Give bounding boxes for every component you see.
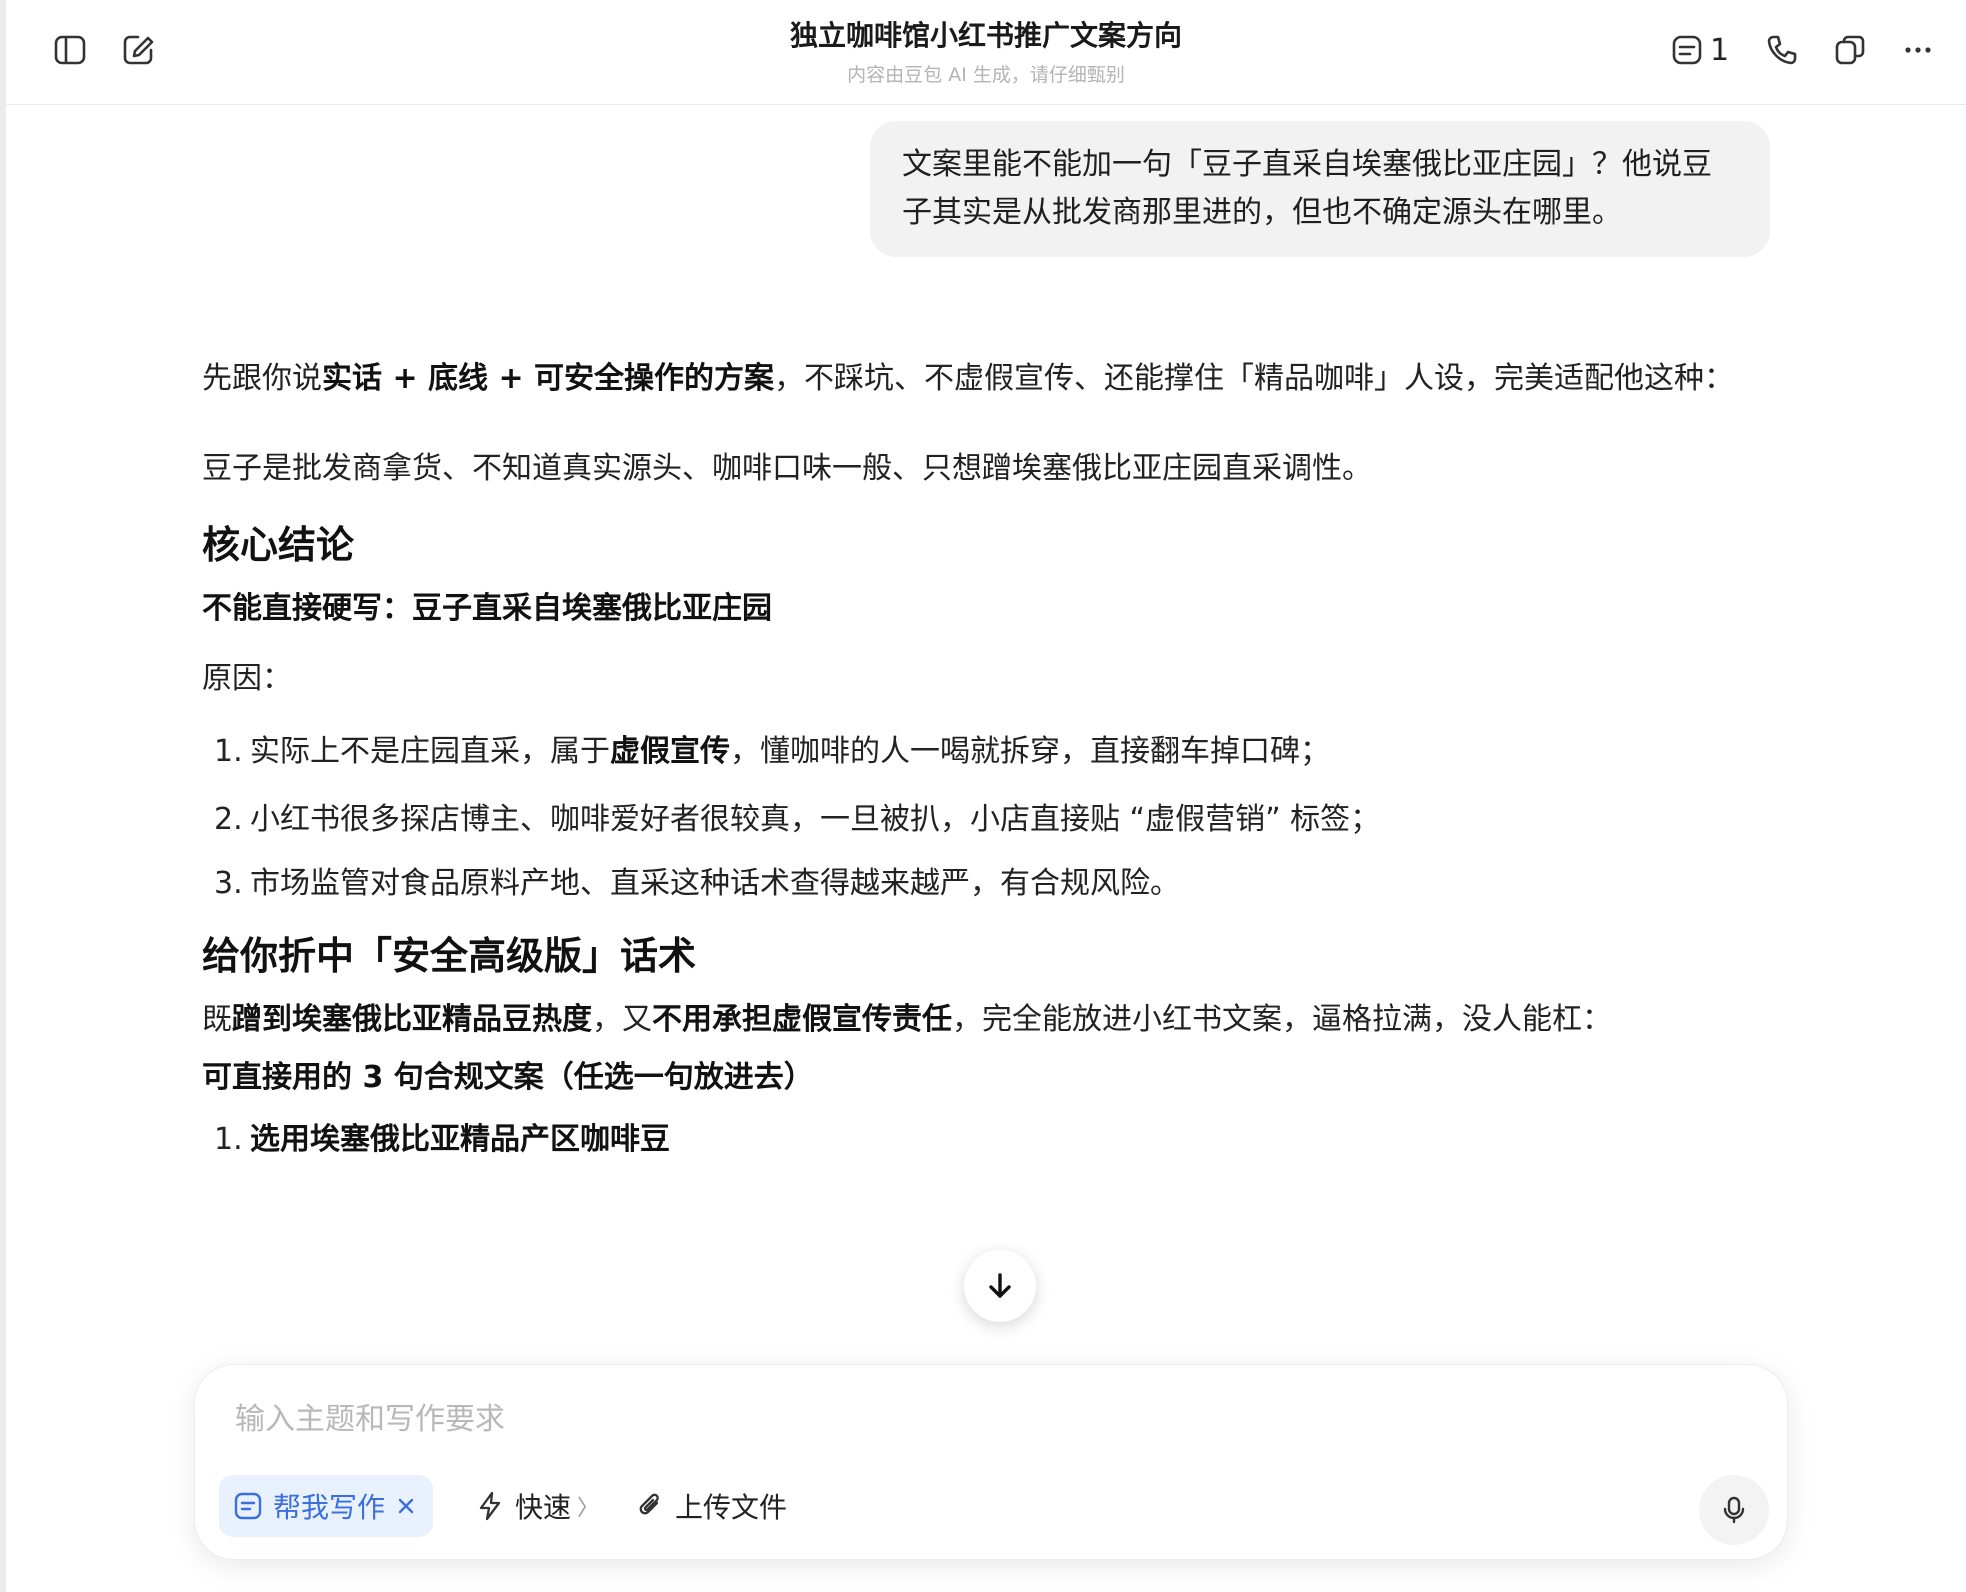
paperclip-icon [639, 1493, 659, 1515]
upload-file-button[interactable]: 上传文件 [635, 1475, 787, 1537]
write-skill-chip[interactable]: 帮我写作 [219, 1475, 434, 1537]
phone-icon [1767, 35, 1797, 65]
copy-item: 1. 选用埃塞俄比亚精品产区咖啡豆 [214, 1122, 670, 1157]
call-button[interactable] [1756, 24, 1808, 76]
chat-header: 独立咖啡馆小红书推广文案方向 内容由豆包 AI 生成，请仔细甄别 1 [6, 0, 1966, 105]
speed-mode-button[interactable]: 快速 〉 [475, 1475, 599, 1537]
answer-intro: 先跟你说实话 + 底线 + 可安全操作的方案，不踩坑、不虚假宣传、还能撑住「精品… [202, 361, 1735, 396]
reason-item: 2. 小红书很多探店博主、咖啡爱好者很较真，一旦被扒，小店直接贴 “虚假营销” … [214, 802, 1381, 837]
share-icon [1835, 35, 1865, 65]
reason-item: 3. 市场监管对食品原料产地、直采这种话术查得越来越严，有合规风险。 [214, 866, 1180, 901]
speed-mode-label: 快速 [515, 1491, 572, 1524]
reason-item: 1. 实际上不是庄园直采，属于虚假宣传，懂咖啡的人一喝就拆穿，直接翻车掉口碑； [214, 734, 1330, 769]
voice-input-button[interactable] [1699, 1475, 1769, 1545]
more-button[interactable] [1892, 24, 1944, 76]
answer-situation: 豆子是批发商拿货、不知道真实源头、咖啡口味一般、只想蹭埃塞俄比亚庄园直采调性。 [202, 451, 1372, 486]
compromise-text: 既蹭到埃塞俄比亚精品豆热度，又不用承担虚假宣传责任，完全能放进小红书文案，逼格拉… [202, 1002, 1612, 1037]
assistant-answer: 先跟你说实话 + 底线 + 可安全操作的方案，不踩坑、不虚假宣传、还能撑住「精品… [202, 355, 1762, 1164]
arrow-down-icon [989, 1273, 1011, 1298]
conclusion-text: 不能直接硬写：豆子直采自埃塞俄比亚庄园 [202, 591, 772, 626]
write-icon [234, 1492, 262, 1520]
notes-button[interactable]: 1 [1670, 24, 1770, 76]
notes-count: 1 [1710, 32, 1730, 68]
notes-icon [1672, 35, 1702, 65]
reasons-list: 1. 实际上不是庄园直采，属于虚假宣传，懂咖啡的人一喝就拆穿，直接翻车掉口碑； … [202, 728, 1762, 908]
upload-file-label: 上传文件 [675, 1491, 788, 1524]
more-icon [1905, 47, 1931, 53]
share-button[interactable] [1824, 24, 1876, 76]
scroll-to-bottom-button[interactable] [964, 1250, 1036, 1322]
write-skill-label: 帮我写作 [273, 1491, 386, 1524]
app-window: 独立咖啡馆小红书推广文案方向 内容由豆包 AI 生成，请仔细甄别 1 文案里能不… [0, 0, 1966, 1592]
chevron-right-icon: 〉 [577, 1496, 600, 1521]
copies-label: 可直接用的 3 句合规文案（任选一句放进去） [202, 1060, 814, 1095]
message-composer: 帮我写作 快速 〉 上传文件 [194, 1364, 1788, 1560]
user-message: 文案里能不能加一句「豆子直采自埃塞俄比亚庄园」？他说豆子其实是从批发商那里进的，… [870, 121, 1770, 257]
section-heading-conclusion: 核心结论 [202, 523, 355, 567]
reasons-label: 原因： [202, 661, 292, 696]
section-heading-compromise: 给你折中「安全高级版」话术 [202, 934, 697, 978]
lightning-icon [479, 1491, 501, 1521]
close-icon[interactable] [397, 1497, 415, 1515]
message-input[interactable] [233, 1393, 1637, 1445]
mic-icon [1723, 1496, 1745, 1524]
